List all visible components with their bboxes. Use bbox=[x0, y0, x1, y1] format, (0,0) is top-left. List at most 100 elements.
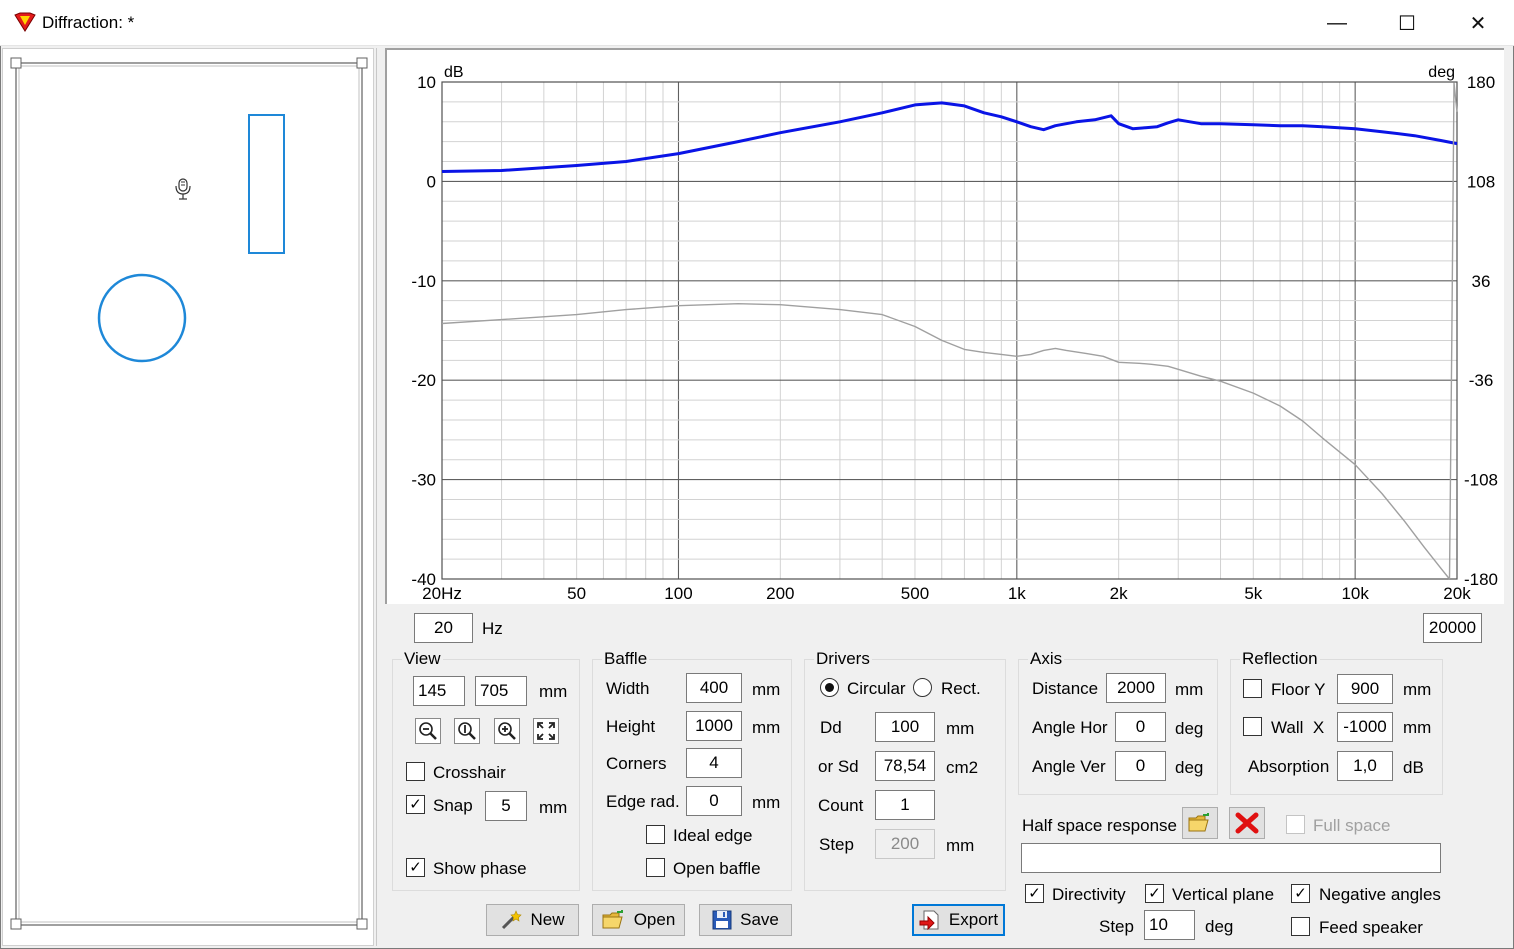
view-unit: mm bbox=[539, 682, 568, 701]
response-plot[interactable]: 10 0 -10 -20 -30 -40 180 108 36 -36 -108 -180 dB deg 2… bbox=[385, 48, 1504, 604]
sd-unit: cm2 bbox=[946, 758, 979, 777]
distance-unit: mm bbox=[1175, 680, 1204, 699]
resize-handle-bottom-left[interactable] bbox=[10, 918, 22, 930]
show-phase-checkbox[interactable]: ✓ bbox=[406, 858, 425, 877]
angle-hor-unit: deg bbox=[1175, 719, 1204, 738]
export-icon bbox=[919, 910, 939, 930]
snap-input[interactable]: 5 bbox=[485, 791, 527, 821]
phase-curve bbox=[441, 303, 1451, 580]
driver-step-input: 200 bbox=[875, 829, 935, 859]
panel-splitter[interactable] bbox=[376, 48, 382, 946]
new-button-label: New bbox=[530, 910, 565, 929]
minimize-button[interactable]: — bbox=[1302, 0, 1372, 46]
half-space-path-input[interactable] bbox=[1021, 843, 1441, 873]
baffle-corners-input[interactable]: 4 bbox=[686, 748, 742, 778]
resize-handle-top-left[interactable] bbox=[10, 57, 22, 69]
count-label: Count bbox=[818, 796, 864, 815]
angle-hor-input[interactable]: 0 bbox=[1115, 712, 1166, 742]
magic-wand-icon bbox=[502, 910, 523, 930]
open-button[interactable]: Open bbox=[592, 904, 685, 936]
dd-input[interactable]: 100 bbox=[875, 712, 935, 742]
new-button[interactable]: New bbox=[486, 904, 579, 936]
save-button-label: Save bbox=[740, 910, 779, 929]
y2-tick-label: -108 bbox=[1464, 471, 1498, 490]
baffle-group-title: Baffle bbox=[602, 649, 650, 669]
freq-max-input[interactable]: 20000 bbox=[1423, 613, 1482, 643]
wall-checkbox[interactable] bbox=[1243, 717, 1262, 736]
sd-input[interactable]: 78,54 bbox=[875, 751, 935, 781]
distance-label: Distance bbox=[1032, 679, 1099, 698]
negative-angles-checkbox[interactable]: ✓ bbox=[1291, 884, 1310, 903]
resize-handle-bottom-right[interactable] bbox=[356, 918, 368, 930]
baffle-drawing bbox=[10, 57, 368, 930]
directivity-checkbox[interactable]: ✓ bbox=[1025, 884, 1044, 903]
vertical-plane-checkbox[interactable]: ✓ bbox=[1145, 884, 1164, 903]
absorption-input[interactable]: 1,0 bbox=[1337, 751, 1393, 781]
y-tick-label: -10 bbox=[411, 272, 436, 291]
full-space-checkbox bbox=[1286, 815, 1305, 834]
half-space-open-button[interactable] bbox=[1182, 807, 1218, 839]
zoom-out-icon bbox=[419, 722, 437, 740]
delete-x-icon bbox=[1235, 812, 1259, 834]
x-tick-label: 500 bbox=[901, 584, 929, 603]
distance-input[interactable]: 2000 bbox=[1106, 673, 1166, 703]
count-input[interactable]: 1 bbox=[875, 790, 935, 820]
circular-radio[interactable] bbox=[820, 678, 839, 697]
zoom-actual-button[interactable] bbox=[454, 718, 480, 744]
angle-step-input[interactable]: 10 bbox=[1144, 910, 1195, 940]
maximize-icon: ☐ bbox=[1398, 12, 1416, 35]
ideal-edge-checkbox[interactable] bbox=[646, 825, 665, 844]
x-tick-label: 2k bbox=[1110, 584, 1128, 603]
baffle-edge-label: Edge rad. bbox=[606, 792, 680, 811]
rect-driver[interactable] bbox=[248, 114, 285, 254]
half-space-clear-button[interactable] bbox=[1229, 807, 1265, 839]
phase-curve bbox=[1448, 82, 1458, 580]
baffle-outline bbox=[15, 62, 363, 926]
snap-checkbox[interactable]: ✓ bbox=[406, 795, 425, 814]
ideal-edge-label: Ideal edge bbox=[673, 826, 753, 845]
axis-group-title: Axis bbox=[1028, 649, 1065, 669]
close-button[interactable]: ✕ bbox=[1443, 0, 1513, 46]
wall-input[interactable]: -1000 bbox=[1337, 712, 1393, 742]
rect-radio[interactable] bbox=[913, 678, 932, 697]
circular-driver[interactable] bbox=[97, 273, 187, 363]
baffle-edge-input[interactable]: 0 bbox=[686, 786, 742, 816]
microphone-icon[interactable] bbox=[175, 178, 191, 200]
view-group-title: View bbox=[402, 649, 443, 669]
angle-ver-input[interactable]: 0 bbox=[1115, 751, 1166, 781]
rect-label: Rect. bbox=[941, 679, 981, 698]
feed-speaker-checkbox[interactable] bbox=[1291, 917, 1310, 936]
save-button[interactable]: Save bbox=[699, 904, 792, 936]
baffle-width-unit: mm bbox=[752, 680, 781, 699]
baffle-width-label: Width bbox=[606, 679, 650, 698]
baffle-height-label: Height bbox=[606, 717, 656, 736]
zoom-fit-button[interactable] bbox=[533, 718, 559, 744]
wall-unit: mm bbox=[1403, 718, 1432, 737]
negative-angles-label: Negative angles bbox=[1319, 885, 1441, 904]
reflection-group-title: Reflection bbox=[1240, 649, 1320, 669]
absorption-label: Absorption bbox=[1248, 757, 1330, 776]
open-baffle-label: Open baffle bbox=[673, 859, 761, 878]
plot-frame bbox=[441, 81, 1458, 580]
open-baffle-checkbox[interactable] bbox=[646, 858, 665, 877]
floor-unit: mm bbox=[1403, 680, 1432, 699]
view-x-input[interactable]: 145 bbox=[413, 676, 465, 706]
floor-input[interactable]: 900 bbox=[1337, 674, 1393, 704]
show-phase-label: Show phase bbox=[433, 859, 527, 878]
baffle-height-input[interactable]: 1000 bbox=[686, 711, 742, 741]
zoom-in-button[interactable] bbox=[494, 718, 520, 744]
feed-speaker-label: Feed speaker bbox=[1319, 918, 1423, 937]
angle-step-label: Step bbox=[1099, 917, 1134, 936]
baffle-canvas[interactable] bbox=[2, 48, 374, 946]
drivers-group-title: Drivers bbox=[814, 649, 872, 669]
baffle-edge-unit: mm bbox=[752, 793, 781, 812]
export-button[interactable]: Export bbox=[912, 904, 1005, 936]
floor-checkbox[interactable] bbox=[1243, 679, 1262, 698]
baffle-width-input[interactable]: 400 bbox=[686, 673, 742, 703]
maximize-button[interactable]: ☐ bbox=[1372, 0, 1442, 46]
freq-min-input[interactable]: 20 bbox=[414, 613, 473, 643]
resize-handle-top-right[interactable] bbox=[356, 57, 368, 69]
zoom-out-button[interactable] bbox=[415, 718, 441, 744]
view-y-input[interactable]: 705 bbox=[475, 676, 527, 706]
crosshair-checkbox[interactable] bbox=[406, 762, 425, 781]
